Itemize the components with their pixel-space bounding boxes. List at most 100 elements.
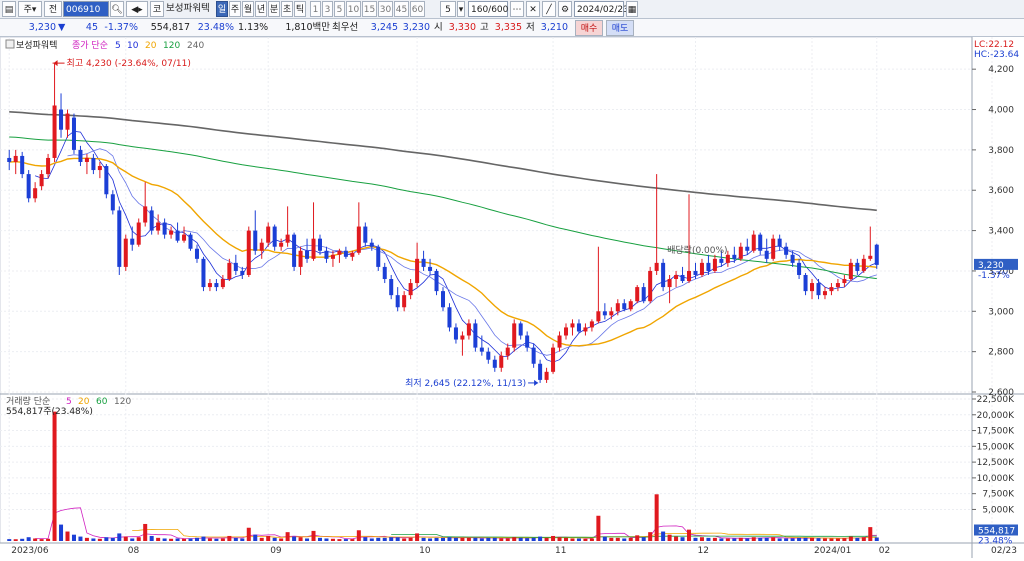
volume-bar: [311, 530, 316, 541]
trend-icon[interactable]: ╱: [542, 1, 556, 17]
interval-dropdown-icon[interactable]: ▾: [457, 1, 465, 17]
volume-bar: [330, 538, 335, 541]
candle-body: [246, 230, 251, 275]
interval-value[interactable]: 5: [440, 1, 456, 17]
volume-bar: [628, 537, 633, 541]
volume-bar: [797, 537, 802, 541]
volume-bar: [648, 532, 653, 541]
volume-bar: [641, 537, 646, 541]
sell-button[interactable]: 매도: [606, 20, 634, 36]
candle-body: [201, 258, 206, 288]
low-annotation: 최저 2,645 (22.12%, 11/13): [405, 378, 526, 389]
volume-bar: [13, 539, 18, 541]
volume-bar: [719, 538, 724, 541]
candle-body: [576, 323, 581, 332]
price-tick-label: 3,600: [988, 186, 1014, 196]
candle-body: [803, 274, 808, 292]
calendar-icon[interactable]: ▦: [626, 1, 638, 17]
date-input[interactable]: 2024/02/23: [574, 1, 629, 17]
candle-body: [466, 323, 471, 336]
period-tab-3[interactable]: 년: [255, 1, 267, 17]
crosshair-icon[interactable]: ✕: [526, 1, 540, 17]
period-tab-1[interactable]: 주: [229, 1, 241, 17]
minute-option-30[interactable]: 30: [378, 1, 393, 17]
period-tab-6[interactable]: 틱: [294, 1, 306, 17]
trade-amount: 1,810백만: [285, 22, 330, 33]
volume-tick-label: 22,500K: [977, 395, 1015, 405]
candle-body: [266, 226, 271, 243]
volume-tick-label: 7,500K: [982, 490, 1015, 500]
candlestick-chart[interactable]: 4,2004,0003,8003,6003,4003,2003,0002,800…: [0, 36, 1024, 558]
candle-body: [356, 226, 361, 253]
candle-body: [706, 262, 711, 271]
candle-body: [259, 242, 264, 251]
candle-body: [687, 270, 692, 282]
volume-bar: [20, 538, 25, 541]
volume-bar: [266, 535, 271, 541]
minute-option-45[interactable]: 45: [394, 1, 409, 17]
quote-bar: 3,230 ▼ 45 -1.37% 554,817 23.48% 1.13% 1…: [0, 19, 1024, 37]
candle-body: [751, 234, 756, 251]
buy-button[interactable]: 매수: [575, 20, 603, 36]
minute-option-60[interactable]: 60: [410, 1, 425, 17]
volume-bar: [343, 539, 348, 541]
ask-price: 3,245: [370, 22, 398, 33]
volume-bar: [117, 533, 122, 541]
candle-body: [810, 283, 815, 292]
period-tab-0[interactable]: 일: [216, 1, 228, 17]
volume-bar: [104, 537, 109, 541]
candle-body: [52, 105, 57, 158]
price-legend-ma-5: 5: [115, 41, 121, 51]
volume-bar: [272, 537, 277, 541]
x-axis-label: 2024/01: [814, 546, 851, 556]
candle-body: [143, 206, 148, 223]
volume-bar: [233, 537, 238, 541]
candle-body: [790, 254, 795, 263]
minute-option-3[interactable]: 3: [322, 1, 333, 17]
candle-body: [33, 188, 38, 199]
hc-label: HC:-23.64: [974, 50, 1019, 60]
settings-icon[interactable]: ⚙: [558, 1, 572, 17]
candle-body: [551, 347, 556, 372]
candle-body: [149, 210, 154, 231]
minute-option-15[interactable]: 15: [362, 1, 377, 17]
prev-stock-button[interactable]: ◀▸: [126, 1, 148, 17]
stock-code-input[interactable]: 006910: [63, 1, 109, 17]
candle-body: [447, 307, 452, 328]
volume-bar: [240, 538, 245, 541]
volume-bar: [589, 538, 594, 541]
candle-body: [855, 262, 860, 271]
volume-bar: [758, 537, 763, 541]
chart-area[interactable]: 4,200 4,000 3,800 3,600 3,400 3,200 3,000 2,800…: [0, 36, 1024, 558]
volume-bar: [848, 536, 853, 541]
volume-bar: [861, 537, 866, 541]
chart-menu-icon[interactable]: ▤: [2, 1, 16, 17]
volume-bar: [790, 538, 795, 541]
minute-option-5[interactable]: 5: [334, 1, 345, 17]
minute-option-1[interactable]: 1: [310, 1, 321, 17]
volume-bar: [505, 538, 510, 541]
code-type-select[interactable]: 전: [44, 1, 62, 17]
period-tab-5[interactable]: 초: [281, 1, 293, 17]
period-tab-4[interactable]: 분: [268, 1, 280, 17]
volume-bar: [622, 538, 627, 541]
volume-bar: [473, 537, 478, 541]
volume-bar: [194, 537, 199, 541]
volume-bar: [7, 539, 12, 541]
search-icon[interactable]: 🔍︎: [110, 1, 124, 17]
dash-icon[interactable]: ⋯: [510, 1, 524, 17]
period-tab-2[interactable]: 월: [242, 1, 254, 17]
volume-bar: [531, 537, 536, 541]
candle-body: [797, 262, 802, 275]
candle-body: [699, 262, 704, 275]
count-display[interactable]: 160/600: [468, 1, 508, 17]
period-select[interactable]: 주▾: [18, 1, 42, 17]
volume-bar: [324, 538, 329, 541]
x-axis-label: 12: [697, 546, 708, 556]
volume-bar: [26, 537, 31, 541]
volume-bar: [551, 535, 556, 541]
minute-option-10[interactable]: 10: [346, 1, 361, 17]
prefer-label: 최우선: [332, 22, 359, 33]
candle-body: [622, 303, 627, 310]
candle-body: [615, 303, 620, 312]
